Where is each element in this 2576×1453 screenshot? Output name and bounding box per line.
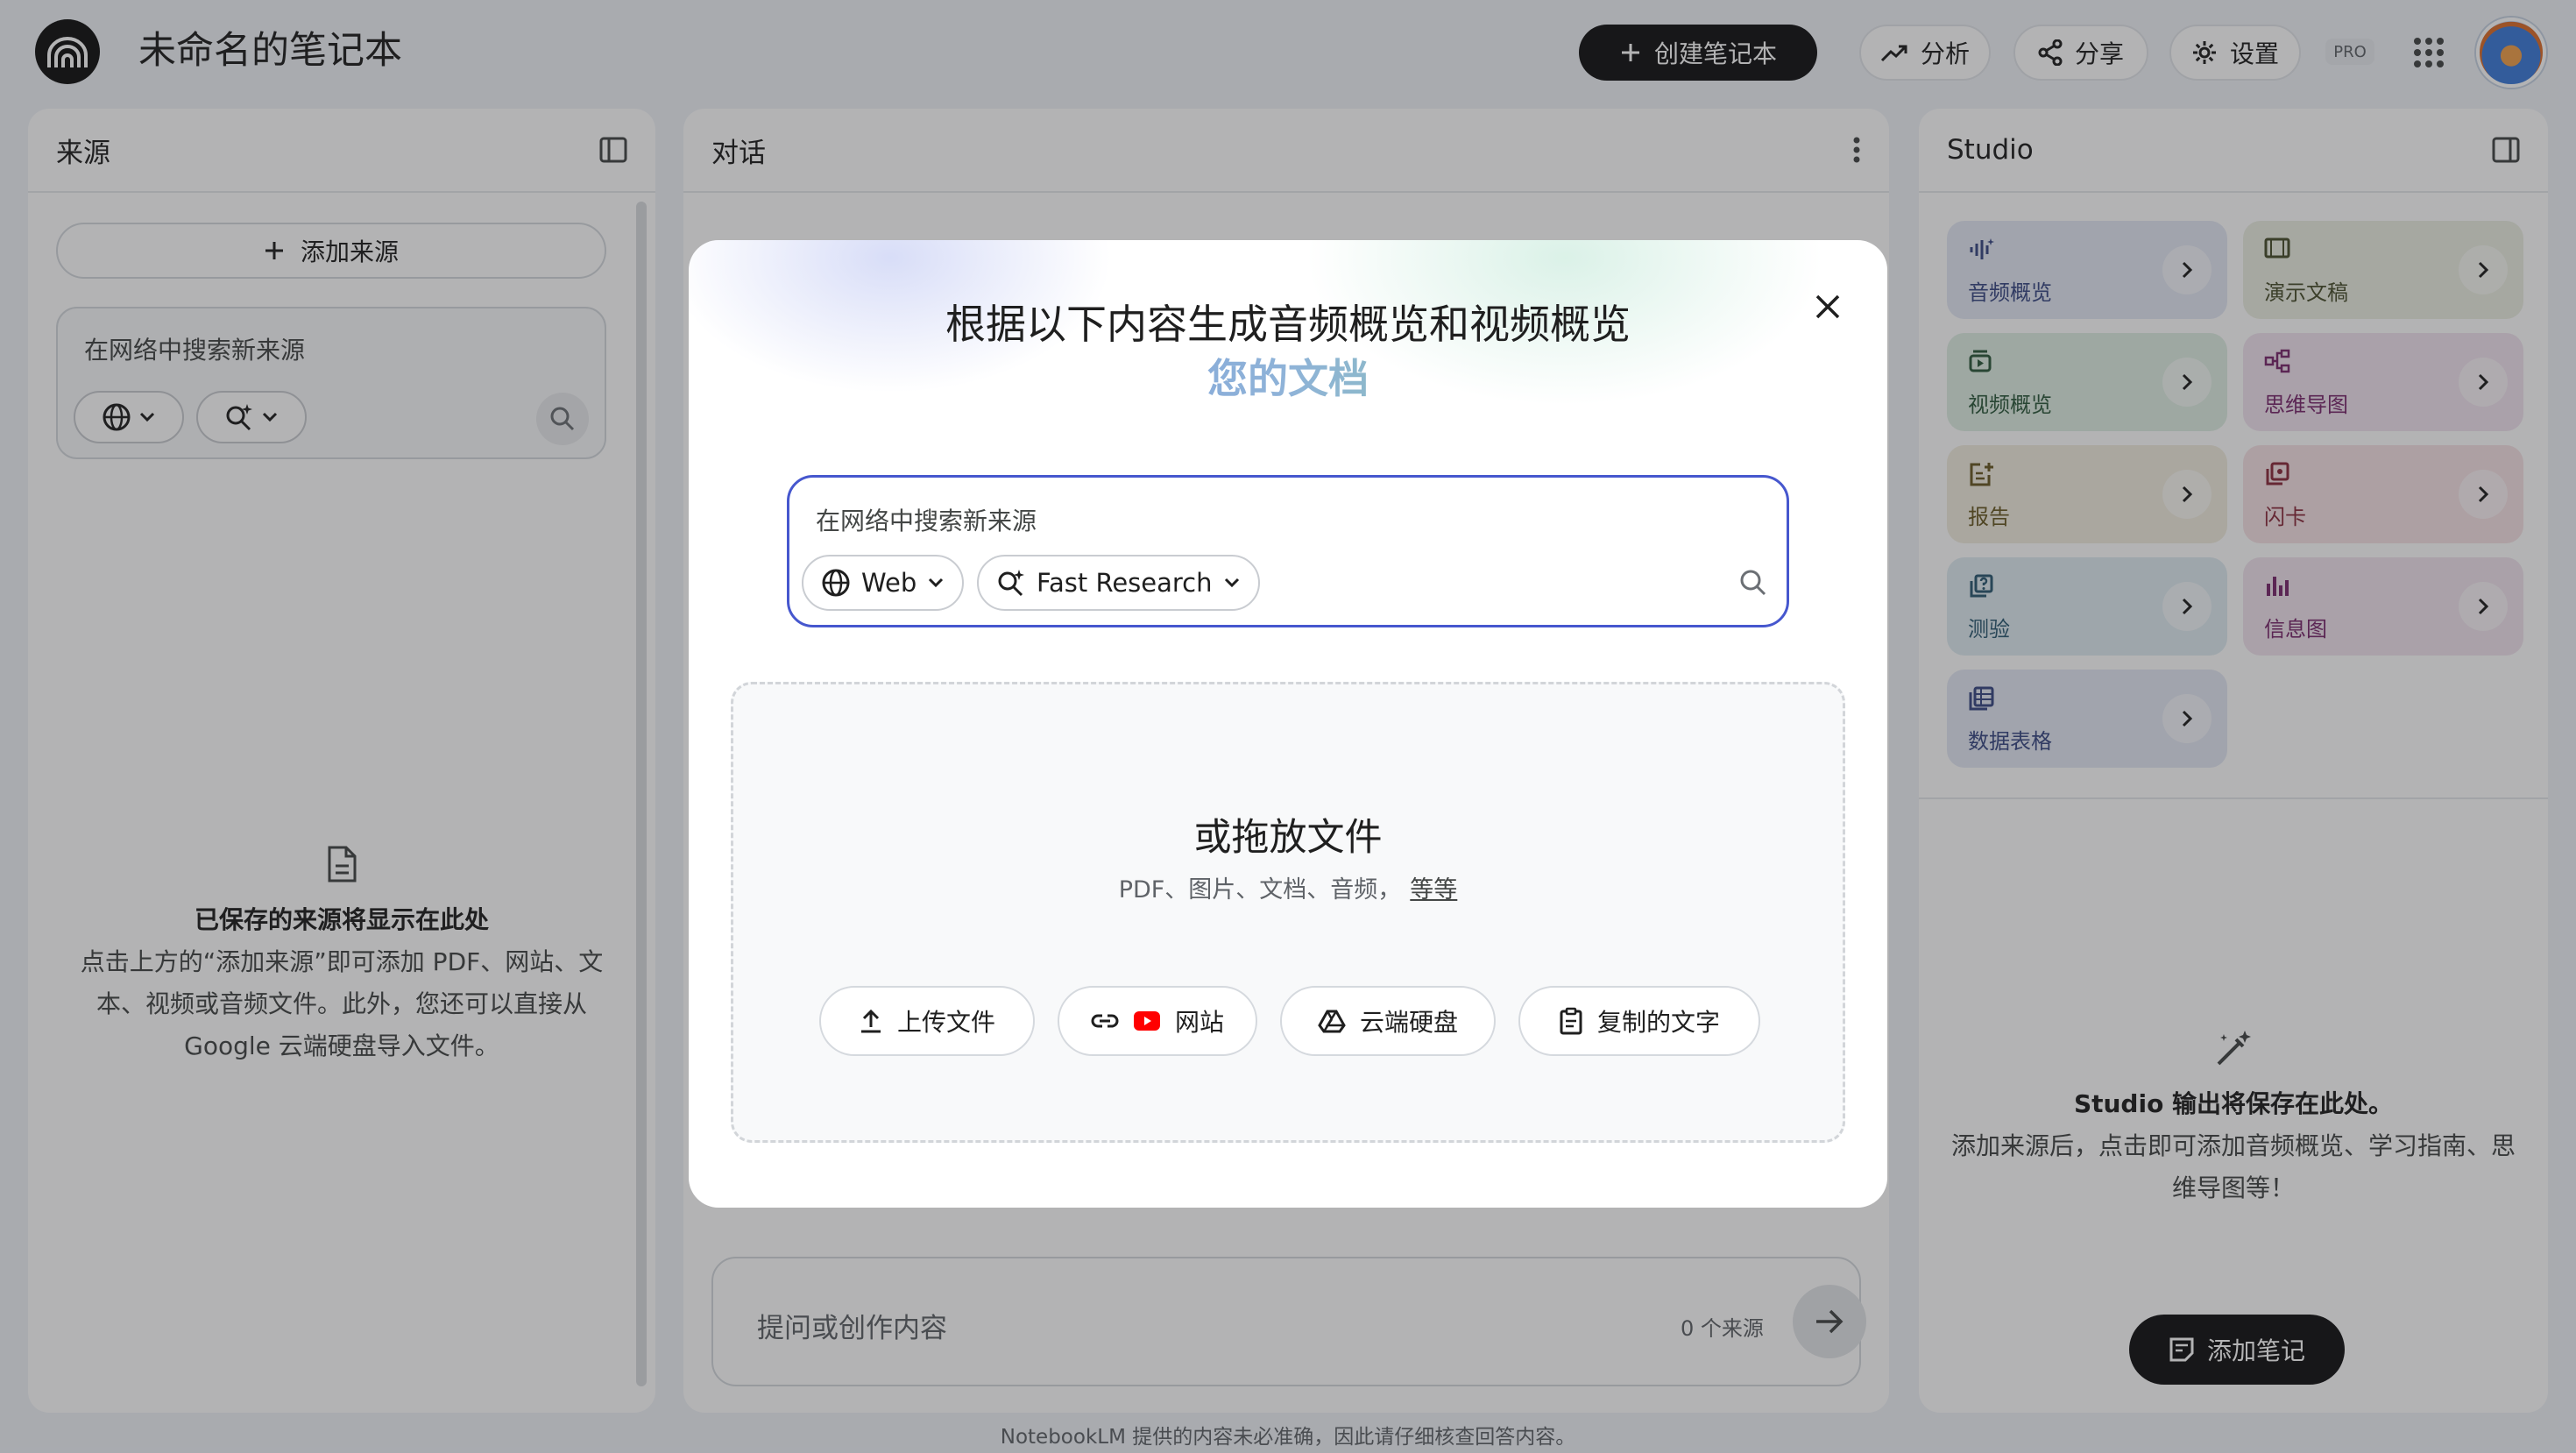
source-type-dropdown[interactable]: Web — [802, 555, 965, 611]
web-search-box: 在网络中搜索新来源 Web Fast Research — [787, 475, 1789, 627]
web-search-input[interactable]: 在网络中搜索新来源 — [816, 502, 1037, 537]
chevron-down-icon — [927, 577, 945, 589]
research-mode-dropdown[interactable]: Fast Research — [977, 555, 1260, 611]
add-sources-dialog: 根据以下内容生成音频概览和视频概览 您的文档 在网络中搜索新来源 Web Fas… — [689, 240, 1887, 1208]
sparkle-search-icon — [996, 568, 1026, 598]
research-mode-label: Fast Research — [1037, 568, 1213, 598]
clipboard-icon — [1559, 1007, 1583, 1035]
drive-icon — [1318, 1009, 1346, 1033]
upload-file-label: 上传文件 — [896, 1008, 995, 1037]
file-drop-zone[interactable]: 或拖放文件 PDF、图片、文档、音频， 等等 上传文件 网站 云端硬盘 复制的文字 — [731, 682, 1845, 1143]
drop-file-types: PDF、图片、文档、音频， 等等 — [733, 870, 1843, 904]
search-icon[interactable] — [1734, 563, 1773, 602]
website-label: 网站 — [1174, 1008, 1224, 1037]
youtube-icon — [1133, 1010, 1161, 1031]
globe-icon — [821, 568, 851, 598]
paste-text-label: 复制的文字 — [1596, 1008, 1720, 1037]
drive-source-button[interactable]: 云端硬盘 — [1280, 986, 1496, 1056]
upload-icon — [859, 1008, 883, 1034]
dialog-title: 根据以下内容生成音频概览和视频概览 — [945, 301, 1631, 348]
source-type-label: Web — [861, 568, 917, 598]
link-icon — [1091, 1012, 1119, 1030]
paste-text-button[interactable]: 复制的文字 — [1518, 986, 1760, 1056]
drive-label: 云端硬盘 — [1359, 1008, 1458, 1037]
chevron-down-icon — [1223, 577, 1241, 589]
website-source-button[interactable]: 网站 — [1058, 986, 1257, 1056]
upload-file-button[interactable]: 上传文件 — [819, 986, 1035, 1056]
drop-title: 或拖放文件 — [1193, 816, 1383, 860]
dialog-subtitle: 您的文档 — [689, 347, 1887, 405]
more-types-link[interactable]: 等等 — [1410, 876, 1457, 904]
drop-types-text: PDF、图片、文档、音频， — [1118, 876, 1402, 904]
